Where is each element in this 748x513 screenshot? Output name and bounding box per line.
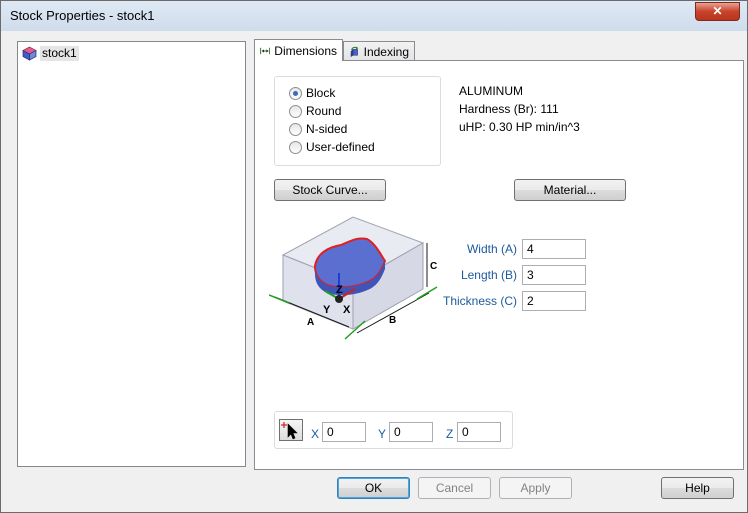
tab-control: Dimensions Indexing Block Round N-sided …	[254, 39, 744, 470]
length-label: Length (B)	[460, 268, 517, 282]
dimension-b-label: B	[389, 315, 396, 326]
title-bar[interactable]: Stock Properties - stock1 ✕	[1, 1, 747, 31]
pick-origin-button[interactable]	[279, 419, 303, 441]
hardness-label: Hardness (Br):	[459, 102, 538, 116]
radio-button[interactable]	[289, 122, 302, 136]
help-button[interactable]: Help	[661, 477, 734, 499]
dimensions-arrows-icon	[260, 47, 271, 54]
radio-button[interactable]	[289, 86, 302, 100]
tab-dimensions-label: Dimensions	[274, 43, 337, 58]
stock-properties-dialog: Stock Properties - stock1 ✕ stock1 Dimen…	[0, 0, 748, 513]
axis-z-label: Z	[336, 284, 343, 296]
dimension-a-label: A	[307, 317, 314, 328]
origin-z-field[interactable]: 0	[457, 422, 501, 442]
axis-y-label: Y	[323, 304, 331, 316]
tree-item-label: stock1	[40, 45, 79, 61]
origin-z-label: Z	[446, 427, 454, 441]
stock-curve-button[interactable]: Stock Curve...	[274, 179, 386, 201]
tree-item-stock1[interactable]: stock1	[22, 45, 79, 61]
tab-indexing-label: Indexing	[363, 44, 409, 59]
width-label: Width (A)	[466, 242, 517, 256]
width-field[interactable]: 4	[522, 239, 586, 259]
stock-cube-icon	[22, 46, 37, 61]
uhp-value: uHP: 0.30 HP min/in^3	[459, 120, 580, 134]
tab-dimensions[interactable]: Dimensions	[254, 39, 343, 61]
length-field[interactable]: 3	[522, 265, 586, 285]
origin-x-field[interactable]: 0	[322, 422, 366, 442]
origin-y-field[interactable]: 0	[389, 422, 433, 442]
radio-label: Round	[306, 104, 342, 118]
thickness-field[interactable]: 2	[522, 291, 586, 311]
indexing-rotate-icon	[350, 46, 359, 57]
hardness-row: Hardness (Br): 111	[459, 101, 559, 117]
radio-label: User-defined	[306, 140, 375, 154]
tab-indexing[interactable]: Indexing	[343, 41, 415, 61]
radio-label: Block	[306, 86, 336, 100]
origin-x-label: X	[311, 427, 320, 441]
axis-x-label: X	[343, 304, 351, 316]
origin-group: X 0 Y 0 Z 0	[274, 411, 513, 449]
radio-button[interactable]	[289, 140, 302, 154]
window-title: Stock Properties - stock1	[10, 8, 155, 23]
cancel-button[interactable]: Cancel	[418, 477, 491, 499]
radio-button[interactable]	[289, 104, 302, 118]
origin-y-label: Y	[378, 427, 387, 441]
radio-n-sided[interactable]: N-sided	[289, 121, 347, 137]
shape-type-group: Block Round N-sided User-defined	[274, 76, 441, 166]
radio-user-defined[interactable]: User-defined	[289, 139, 375, 155]
hardness-value: 111	[540, 102, 559, 116]
ok-button[interactable]: OK	[337, 477, 410, 499]
stock-tree[interactable]: stock1	[17, 41, 246, 467]
material-button[interactable]: Material...	[514, 179, 626, 201]
thickness-label: Thickness (C)	[442, 294, 517, 308]
radio-label: N-sided	[306, 122, 348, 136]
material-name: ALUMINUM	[459, 84, 524, 98]
cursor-pick-icon	[281, 422, 298, 440]
dimensions-panel: Block Round N-sided User-defined ALUMINU…	[254, 60, 744, 470]
close-button[interactable]: ✕	[695, 2, 740, 21]
radio-round[interactable]: Round	[289, 103, 341, 119]
stock-block-diagram: Z Y X A B C	[269, 216, 438, 340]
apply-button[interactable]: Apply	[499, 477, 572, 499]
radio-block[interactable]: Block	[289, 85, 335, 101]
